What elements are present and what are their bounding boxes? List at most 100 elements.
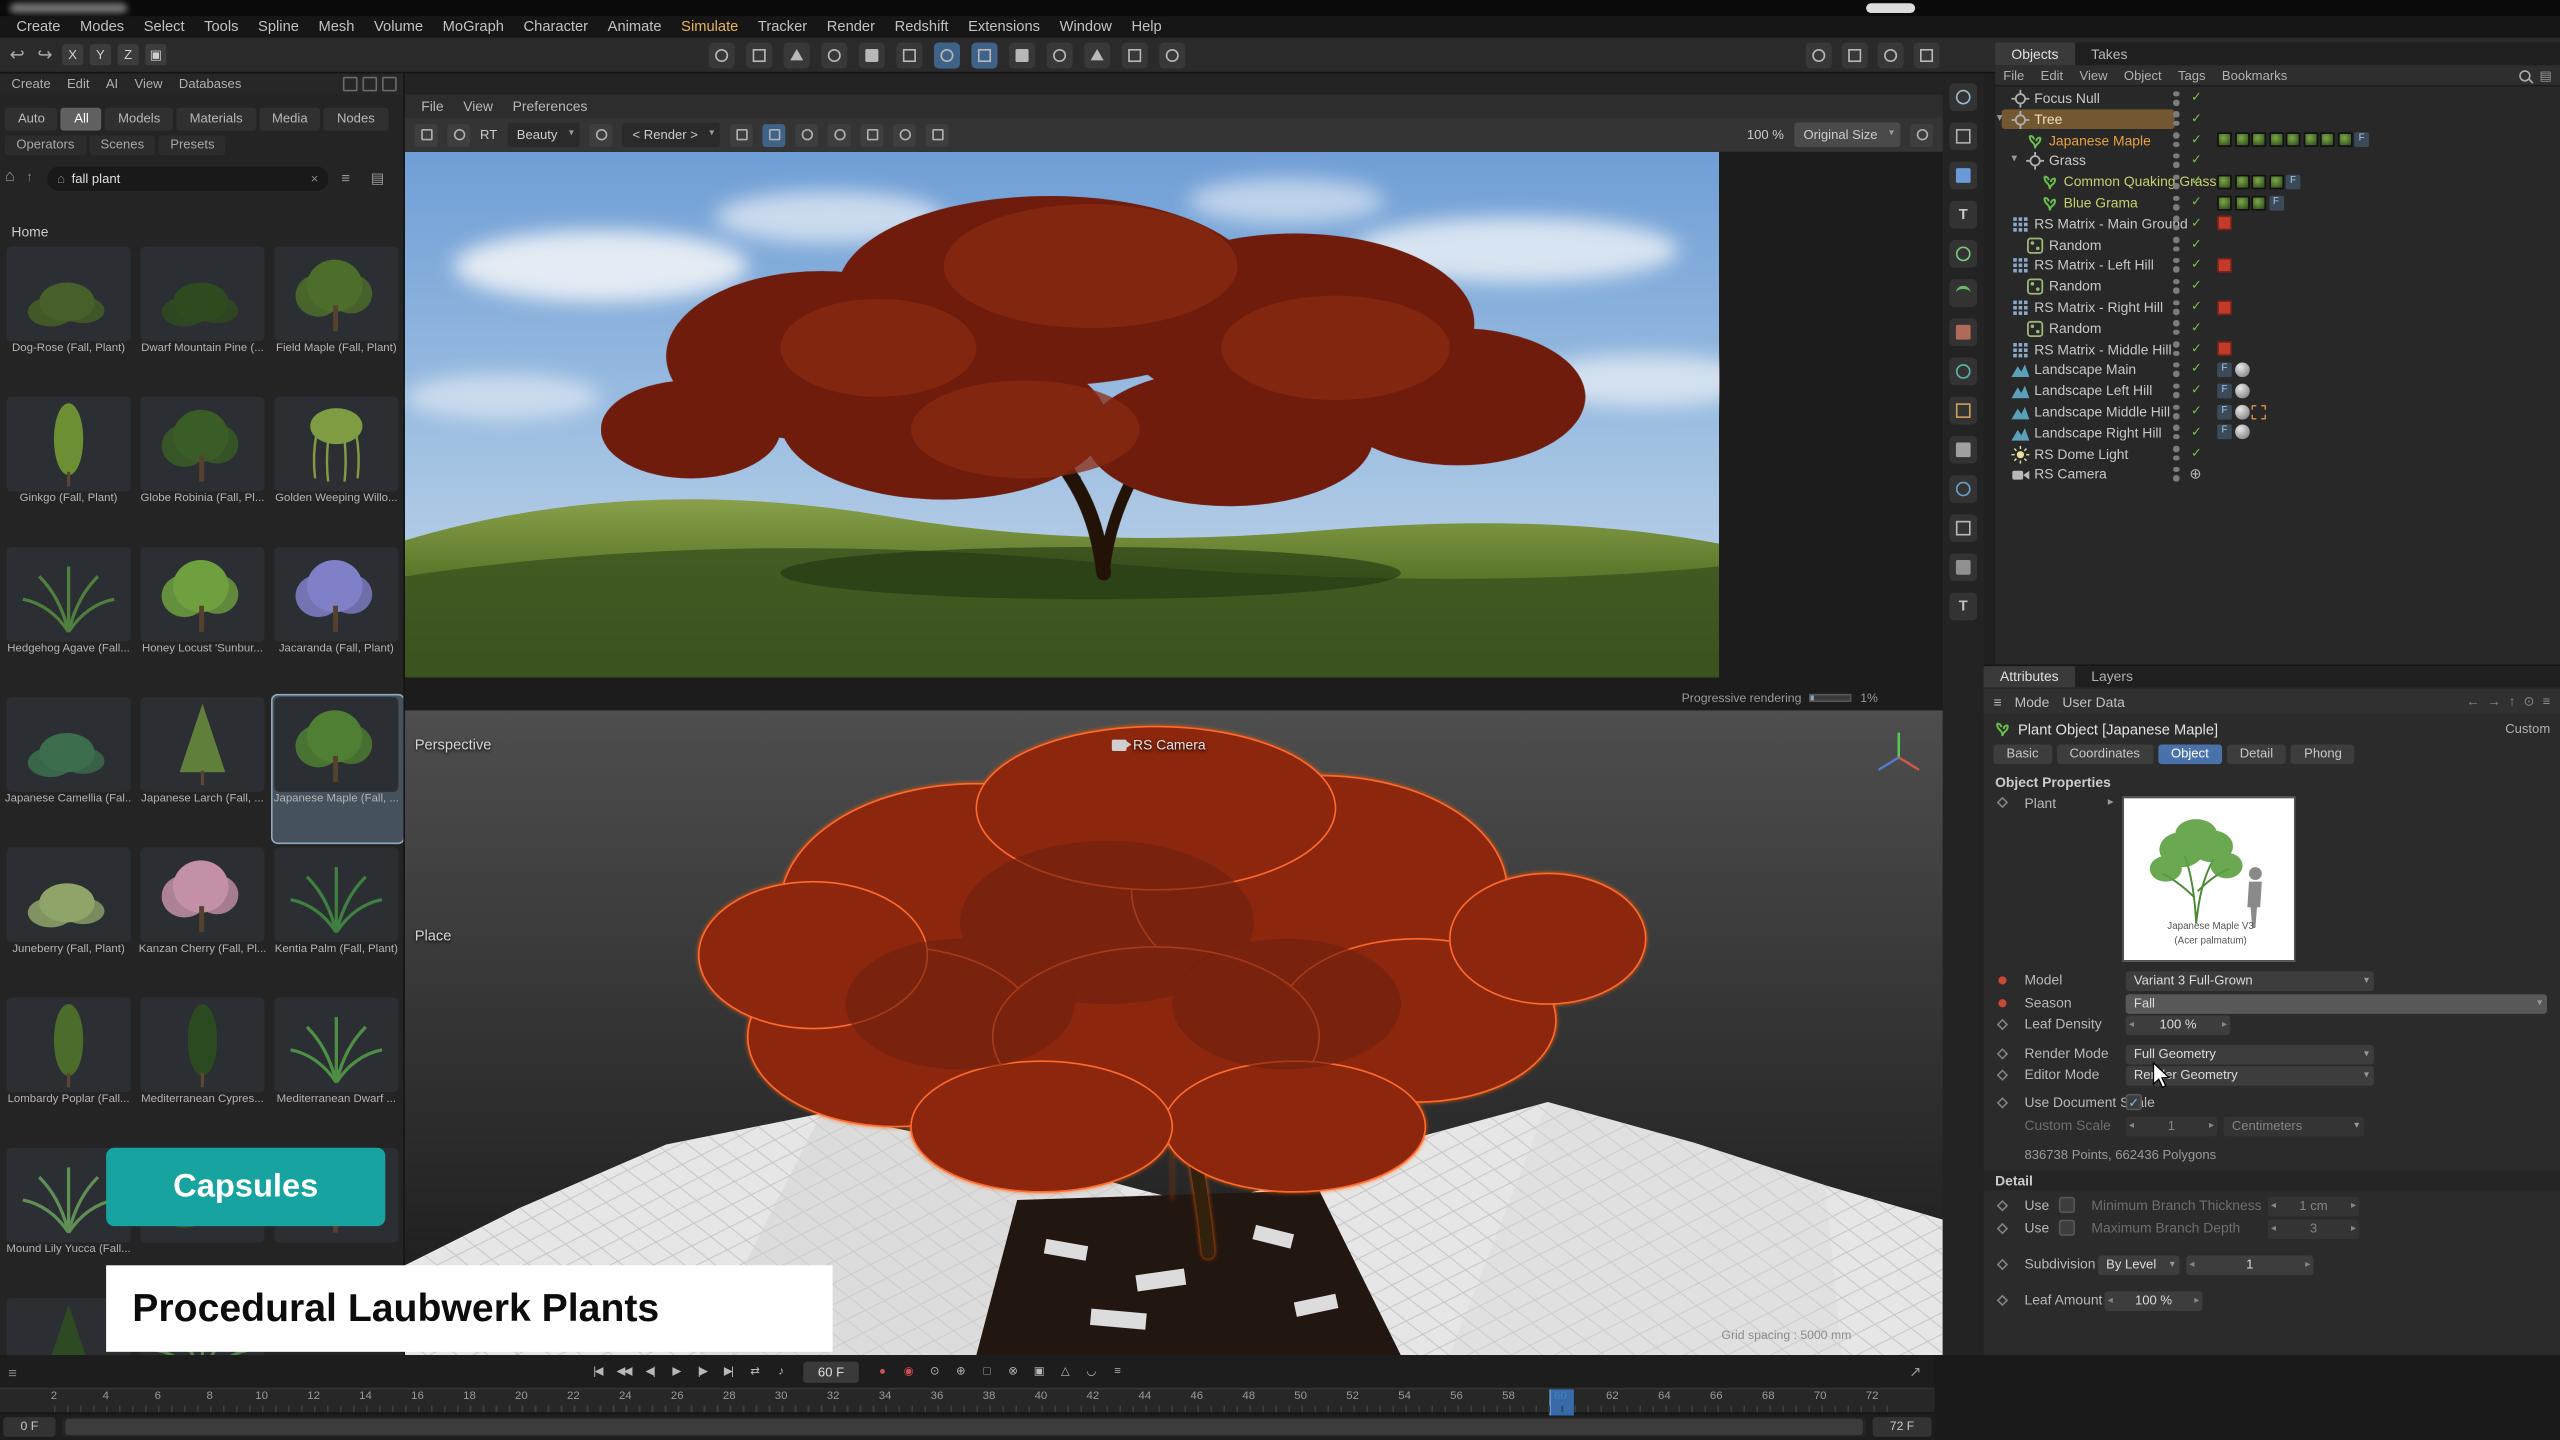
toolbar-icon-8[interactable] [971,42,997,68]
asset-golden-weeping-willo[interactable]: Golden Weeping Willo... [273,395,404,542]
menu-item-select[interactable]: Select [134,16,194,37]
category-tab-scenes[interactable]: Scenes [89,136,155,156]
camera-tool-icon[interactable] [1949,514,1977,542]
hamburger-icon[interactable]: ≡ [1993,693,2001,709]
frame-tick[interactable]: 56 [1440,1391,1473,1402]
phong-tag-icon[interactable] [2234,425,2249,440]
frame-tick[interactable]: 12 [297,1391,330,1402]
visibility-dots-icon[interactable] [2173,112,2180,128]
user-data-menu[interactable]: User Data [2062,693,2124,709]
window-control[interactable] [1866,3,1915,13]
clear-search-icon[interactable]: × [311,171,319,186]
material-swatch[interactable] [2320,132,2335,147]
transport-next-frame-icon[interactable]: |▶ [692,1362,712,1383]
object-manager-menu-object[interactable]: Object [2116,65,2170,85]
landscape-middle-hill-row[interactable]: Landscape Middle Hill✓F [1995,402,2560,423]
key-marker[interactable] [1997,1259,2009,1271]
transport-goto-start-icon[interactable]: |◀ [588,1362,608,1383]
enabled-check-icon[interactable]: ✓ [2191,297,2202,318]
frame-tick[interactable]: 22 [557,1391,590,1402]
timeline-ruler[interactable]: 2468101214161820222426283032343638404244… [0,1388,1935,1414]
attr-tab-phong[interactable]: Phong [2291,744,2355,764]
perspective-viewport[interactable]: Perspective RS Camera Place Grid spacing… [405,710,1943,1355]
frame-tick[interactable]: 70 [1804,1391,1837,1402]
asset-menu-edit[interactable]: Edit [59,73,98,94]
object-manager-menu-edit[interactable]: Edit [2032,65,2071,85]
current-frame-marker[interactable] [1549,1389,1573,1415]
visibility-dots-icon[interactable] [2173,425,2180,441]
visibility-dots-icon[interactable] [2173,362,2180,378]
grid-toggle-icon[interactable] [731,123,754,146]
asset-mediterranean-dwarf[interactable]: Mediterranean Dwarf ... [273,996,404,1143]
frame-tick[interactable]: 2 [38,1391,71,1402]
frame-tick[interactable]: 6 [141,1391,174,1402]
visibility-dots-icon[interactable] [2173,132,2180,148]
asset-japanese-larch-fall[interactable]: Japanese Larch (Fall, ... [139,696,270,843]
phong-tag-icon[interactable] [2234,362,2249,377]
tree-row[interactable]: ▾Tree✓ [1995,109,2560,130]
japanese-maple-row[interactable]: Japanese Maple✓F [1995,130,2560,151]
render-view-icon[interactable] [1806,42,1832,68]
enabled-check-icon[interactable]: ✓ [2191,423,2202,444]
range-start-field[interactable]: 0 F [3,1417,55,1437]
plant-preview[interactable]: Japanese Maple V3 (Acer palmatum) [2122,797,2295,962]
field-tag-icon[interactable]: F [2354,132,2369,147]
redo-icon[interactable]: ↪ [34,44,55,65]
menu-item-create[interactable]: Create [7,16,71,37]
frame-tick[interactable]: 4 [89,1391,122,1402]
pass-dropdown[interactable]: Beauty [507,122,580,146]
frame-tick[interactable]: 62 [1596,1391,1629,1402]
menu-item-tracker[interactable]: Tracker [748,16,817,37]
asset-mediterranean-cypres[interactable]: Mediterranean Cypres... [139,996,270,1143]
max-branch-depth-checkbox[interactable] [2059,1220,2075,1236]
frame-tick[interactable]: 10 [245,1391,278,1402]
transport-autokey-icon[interactable]: ◉ [898,1362,918,1383]
lock-icon[interactable]: ⊙ [2523,694,2534,709]
transport-solo-icon[interactable]: ≡ [1107,1362,1127,1383]
frame-tick[interactable]: 42 [1077,1391,1110,1402]
asset-menu-ai[interactable]: AI [98,73,127,94]
frame-tick[interactable]: 40 [1025,1391,1058,1402]
frame-tick[interactable]: 18 [453,1391,486,1402]
transport-scale-key-icon[interactable]: □ [976,1362,996,1383]
sort-icon[interactable]: ≡ [341,170,350,186]
rectangle-select-icon[interactable] [1949,122,1977,150]
filter-tab-media[interactable]: Media [259,108,321,131]
transport-goto-end-icon[interactable]: ▶| [718,1362,738,1383]
rs-camera-row[interactable]: RS Camera⊕ [1995,464,2560,485]
subdivision-surface-icon[interactable] [1949,240,1977,268]
landscape-main-row[interactable]: Landscape Main✓F [1995,360,2560,381]
asset-menu-view[interactable]: View [126,73,170,94]
visibility-dots-icon[interactable] [2173,279,2180,295]
text-spline-icon[interactable]: T [1949,201,1977,229]
up-icon[interactable]: ↑ [2509,694,2516,709]
home-icon[interactable]: ⌂ [5,168,15,186]
frame-tick[interactable]: 20 [505,1391,538,1402]
simulation-tag-icon[interactable] [1949,318,1977,346]
visibility-dots-icon[interactable] [2173,216,2180,232]
transport-loop-icon[interactable]: ⇄ [744,1362,764,1383]
custom-scale-unit-dropdown[interactable]: Centimeters [2224,1117,2364,1137]
min-branch-thickness-checkbox[interactable] [2059,1197,2075,1213]
blue-grama-row[interactable]: Blue Grama✓F [1995,193,2560,214]
menu-item-simulate[interactable]: Simulate [671,16,748,37]
redshift-object-tag-icon[interactable] [2217,258,2232,273]
transport-record-icon[interactable]: ● [872,1362,892,1383]
menu-item-tools[interactable]: Tools [194,16,248,37]
current-frame-field[interactable]: 60 F [803,1362,859,1383]
enabled-check-icon[interactable]: ✓ [2191,88,2202,109]
min-branch-thickness-field[interactable]: 1 cm [2268,1197,2359,1217]
material-swatch[interactable] [2234,132,2249,147]
frame-tick[interactable]: 28 [713,1391,746,1402]
frame-tick[interactable]: 68 [1752,1391,1785,1402]
snapshot-icon[interactable] [590,123,613,146]
transport-prev-key-icon[interactable]: ◀◀ [614,1362,634,1383]
menu-item-modes[interactable]: Modes [70,16,134,37]
filter-icon[interactable]: ▤ [2539,69,2551,84]
transport-magnet-icon[interactable]: ◡ [1081,1362,1101,1383]
frame-tick[interactable]: 64 [1648,1391,1681,1402]
enabled-check-icon[interactable]: ✓ [2191,339,2202,360]
frame-tick[interactable]: 52 [1336,1391,1369,1402]
camera-label[interactable]: RS Camera [1112,736,1206,752]
landscape-left-hill-row[interactable]: Landscape Left Hill✓F [1995,381,2560,402]
